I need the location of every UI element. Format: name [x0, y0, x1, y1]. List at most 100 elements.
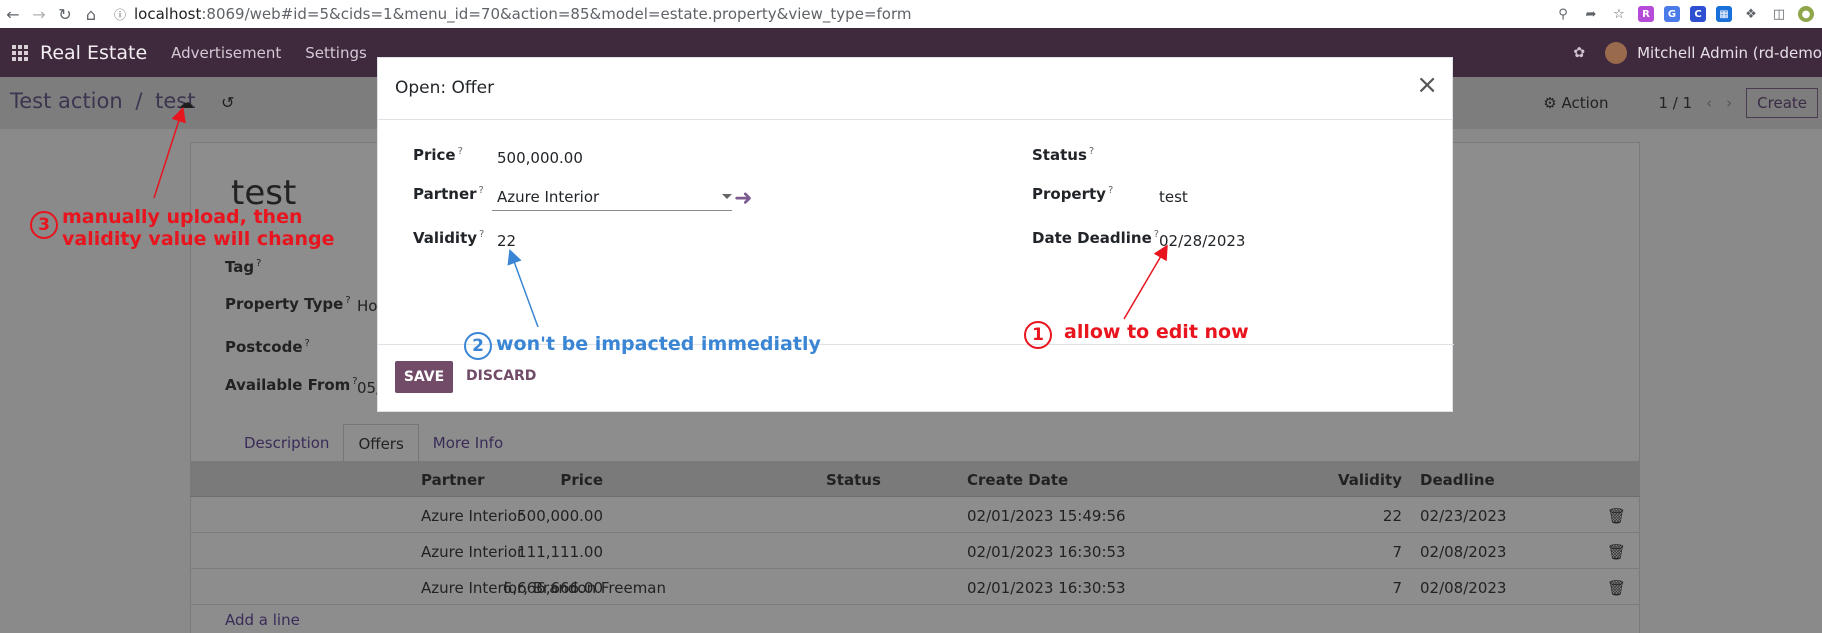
home-icon[interactable]: ⌂: [78, 0, 104, 28]
partner-field[interactable]: Azure Interior: [492, 185, 732, 211]
save-button[interactable]: SAVE: [395, 361, 453, 393]
discard-changes-icon[interactable]: ↺: [221, 93, 234, 112]
cell-validity: 22: [1382, 507, 1402, 525]
annotation-2-number: 2: [464, 332, 492, 360]
discard-button[interactable]: DISCARD: [466, 368, 536, 384]
date-deadline-label: Date Deadline?: [1032, 229, 1160, 247]
browser-toolbar: ← → ↻ ⌂ ⓘ localhost:8069/web#id=5&cids=1…: [0, 0, 1822, 28]
table-row[interactable]: 500,000.00 Azure Interior 02/01/2023 15:…: [190, 497, 1640, 533]
cell-partner: Azure Interior: [421, 543, 524, 561]
cell-create-date: 02/01/2023 15:49:56: [967, 507, 1126, 525]
breadcrumb-parent[interactable]: Test action: [10, 89, 123, 113]
avatar[interactable]: [1605, 41, 1628, 64]
column-header-create-date[interactable]: Create Date: [967, 471, 1068, 489]
site-info-icon[interactable]: ⓘ: [114, 6, 126, 23]
user-menu[interactable]: Mitchell Admin (rd-demo: [1637, 44, 1822, 62]
cell-price: 111,111.00: [517, 543, 603, 561]
url-path: :8069/web#id=5&cids=1&menu_id=70&action=…: [201, 5, 912, 23]
annotation-3-number: 3: [30, 211, 58, 239]
table-row[interactable]: 111,111.00 Azure Interior 02/01/2023 16:…: [190, 533, 1640, 569]
action-label: Action: [1561, 94, 1609, 112]
pager-value[interactable]: 1 / 1: [1658, 94, 1692, 112]
price-label: Price?: [413, 146, 463, 164]
side-panel-icon[interactable]: ◫: [1770, 5, 1788, 23]
address-bar[interactable]: ⓘ localhost:8069/web#id=5&cids=1&menu_id…: [114, 5, 911, 23]
column-header-status[interactable]: Status: [826, 471, 881, 489]
pager-prev-icon[interactable]: ‹: [1706, 94, 1712, 112]
column-header-validity[interactable]: Validity: [1338, 471, 1402, 489]
tab-offers[interactable]: Offers: [343, 424, 419, 463]
cell-price: 500,000.00: [517, 507, 603, 525]
extension-grid-icon[interactable]: ▦: [1716, 6, 1732, 22]
menu-advertisement[interactable]: Advertisement: [171, 44, 281, 62]
annotation-3-line2: validity value will change: [62, 228, 335, 250]
annotation-3-line1: manually upload, then: [62, 206, 303, 228]
cell-deadline: 02/08/2023: [1420, 543, 1507, 561]
offers-table: Price Partner Status Create Date Validit…: [190, 461, 1640, 605]
postcode-label: Postcode?: [225, 338, 310, 356]
price-field[interactable]: 500,000.00: [497, 149, 583, 167]
cell-partner: Azure Interior, Brandon Freeman: [421, 579, 667, 597]
cell-partner: Azure Interior: [421, 507, 524, 525]
status-label: Status?: [1032, 146, 1095, 164]
pager-next-icon[interactable]: ›: [1726, 94, 1732, 112]
chevron-down-icon[interactable]: [722, 194, 732, 199]
action-menu-button[interactable]: ⚙ Action: [1543, 94, 1608, 112]
property-field[interactable]: test: [1159, 188, 1188, 206]
url-host: localhost: [134, 5, 202, 23]
cell-create-date: 02/01/2023 16:30:53: [967, 543, 1126, 561]
cloud-upload-icon[interactable]: ☁: [178, 93, 194, 112]
profile-avatar-icon[interactable]: ●: [1798, 6, 1814, 22]
internal-link-arrow-icon[interactable]: ➜: [734, 188, 752, 210]
extension-icon[interactable]: R: [1638, 6, 1654, 22]
debug-bug-icon[interactable]: ✿: [1573, 45, 1585, 61]
property-label: Property?: [1032, 185, 1114, 203]
translate-extension-icon[interactable]: G: [1664, 6, 1680, 22]
date-deadline-field[interactable]: 02/28/2023: [1159, 232, 1245, 250]
puzzle-icon[interactable]: ❖: [1742, 5, 1760, 23]
notebook-tabs: Description Offers More Info: [230, 424, 517, 463]
close-icon[interactable]: ×: [1416, 72, 1438, 98]
extension-c-icon[interactable]: C: [1690, 6, 1706, 22]
trash-icon[interactable]: 🗑: [1607, 507, 1626, 525]
tag-label: Tag?: [225, 258, 262, 276]
share-icon[interactable]: ➦: [1582, 5, 1600, 23]
reload-icon[interactable]: ↻: [52, 0, 78, 28]
annotation-1-text: allow to edit now: [1064, 321, 1249, 343]
breadcrumb: Test action / test: [10, 89, 195, 113]
menu-settings[interactable]: Settings: [305, 44, 367, 62]
dialog-header: Open: Offer ×: [378, 58, 1452, 120]
available-from-label: Available From?: [225, 376, 358, 394]
column-header-deadline[interactable]: Deadline: [1420, 471, 1495, 489]
cell-validity: 7: [1392, 579, 1402, 597]
cell-create-date: 02/01/2023 16:30:53: [967, 579, 1126, 597]
column-header-price[interactable]: Price: [560, 471, 603, 489]
table-header: Price Partner Status Create Date Validit…: [190, 461, 1640, 497]
property-type-value[interactable]: Ho: [357, 297, 377, 315]
tab-description[interactable]: Description: [230, 424, 343, 463]
add-line-link[interactable]: Add a line: [225, 611, 300, 629]
validity-field[interactable]: 22: [497, 232, 516, 250]
partner-label: Partner?: [413, 185, 484, 203]
cell-deadline: 02/08/2023: [1420, 579, 1507, 597]
annotation-2-text: won't be impacted immediatly: [496, 333, 821, 355]
zoom-icon[interactable]: ⚲: [1554, 5, 1572, 23]
offer-dialog: Open: Offer × Price? 500,000.00 Partner?…: [377, 57, 1454, 412]
dialog-title: Open: Offer: [395, 78, 495, 98]
partner-value: Azure Interior: [497, 188, 600, 206]
back-icon[interactable]: ←: [0, 0, 26, 28]
app-name[interactable]: Real Estate: [40, 42, 147, 64]
property-type-label: Property Type?: [225, 295, 351, 313]
gear-icon: ⚙: [1543, 94, 1557, 112]
trash-icon[interactable]: 🗑: [1607, 579, 1626, 597]
validity-label: Validity?: [413, 229, 485, 247]
apps-menu-icon[interactable]: [0, 28, 40, 77]
table-row[interactable]: 6,666,666.00 Azure Interior, Brandon Fre…: [190, 569, 1640, 605]
breadcrumb-separator: /: [135, 89, 143, 113]
bookmark-star-icon[interactable]: ☆: [1610, 5, 1628, 23]
trash-icon[interactable]: 🗑: [1607, 543, 1626, 561]
forward-icon[interactable]: →: [26, 0, 52, 28]
create-button[interactable]: Create: [1746, 88, 1818, 118]
tab-more-info[interactable]: More Info: [419, 424, 517, 463]
column-header-partner[interactable]: Partner: [421, 471, 485, 489]
